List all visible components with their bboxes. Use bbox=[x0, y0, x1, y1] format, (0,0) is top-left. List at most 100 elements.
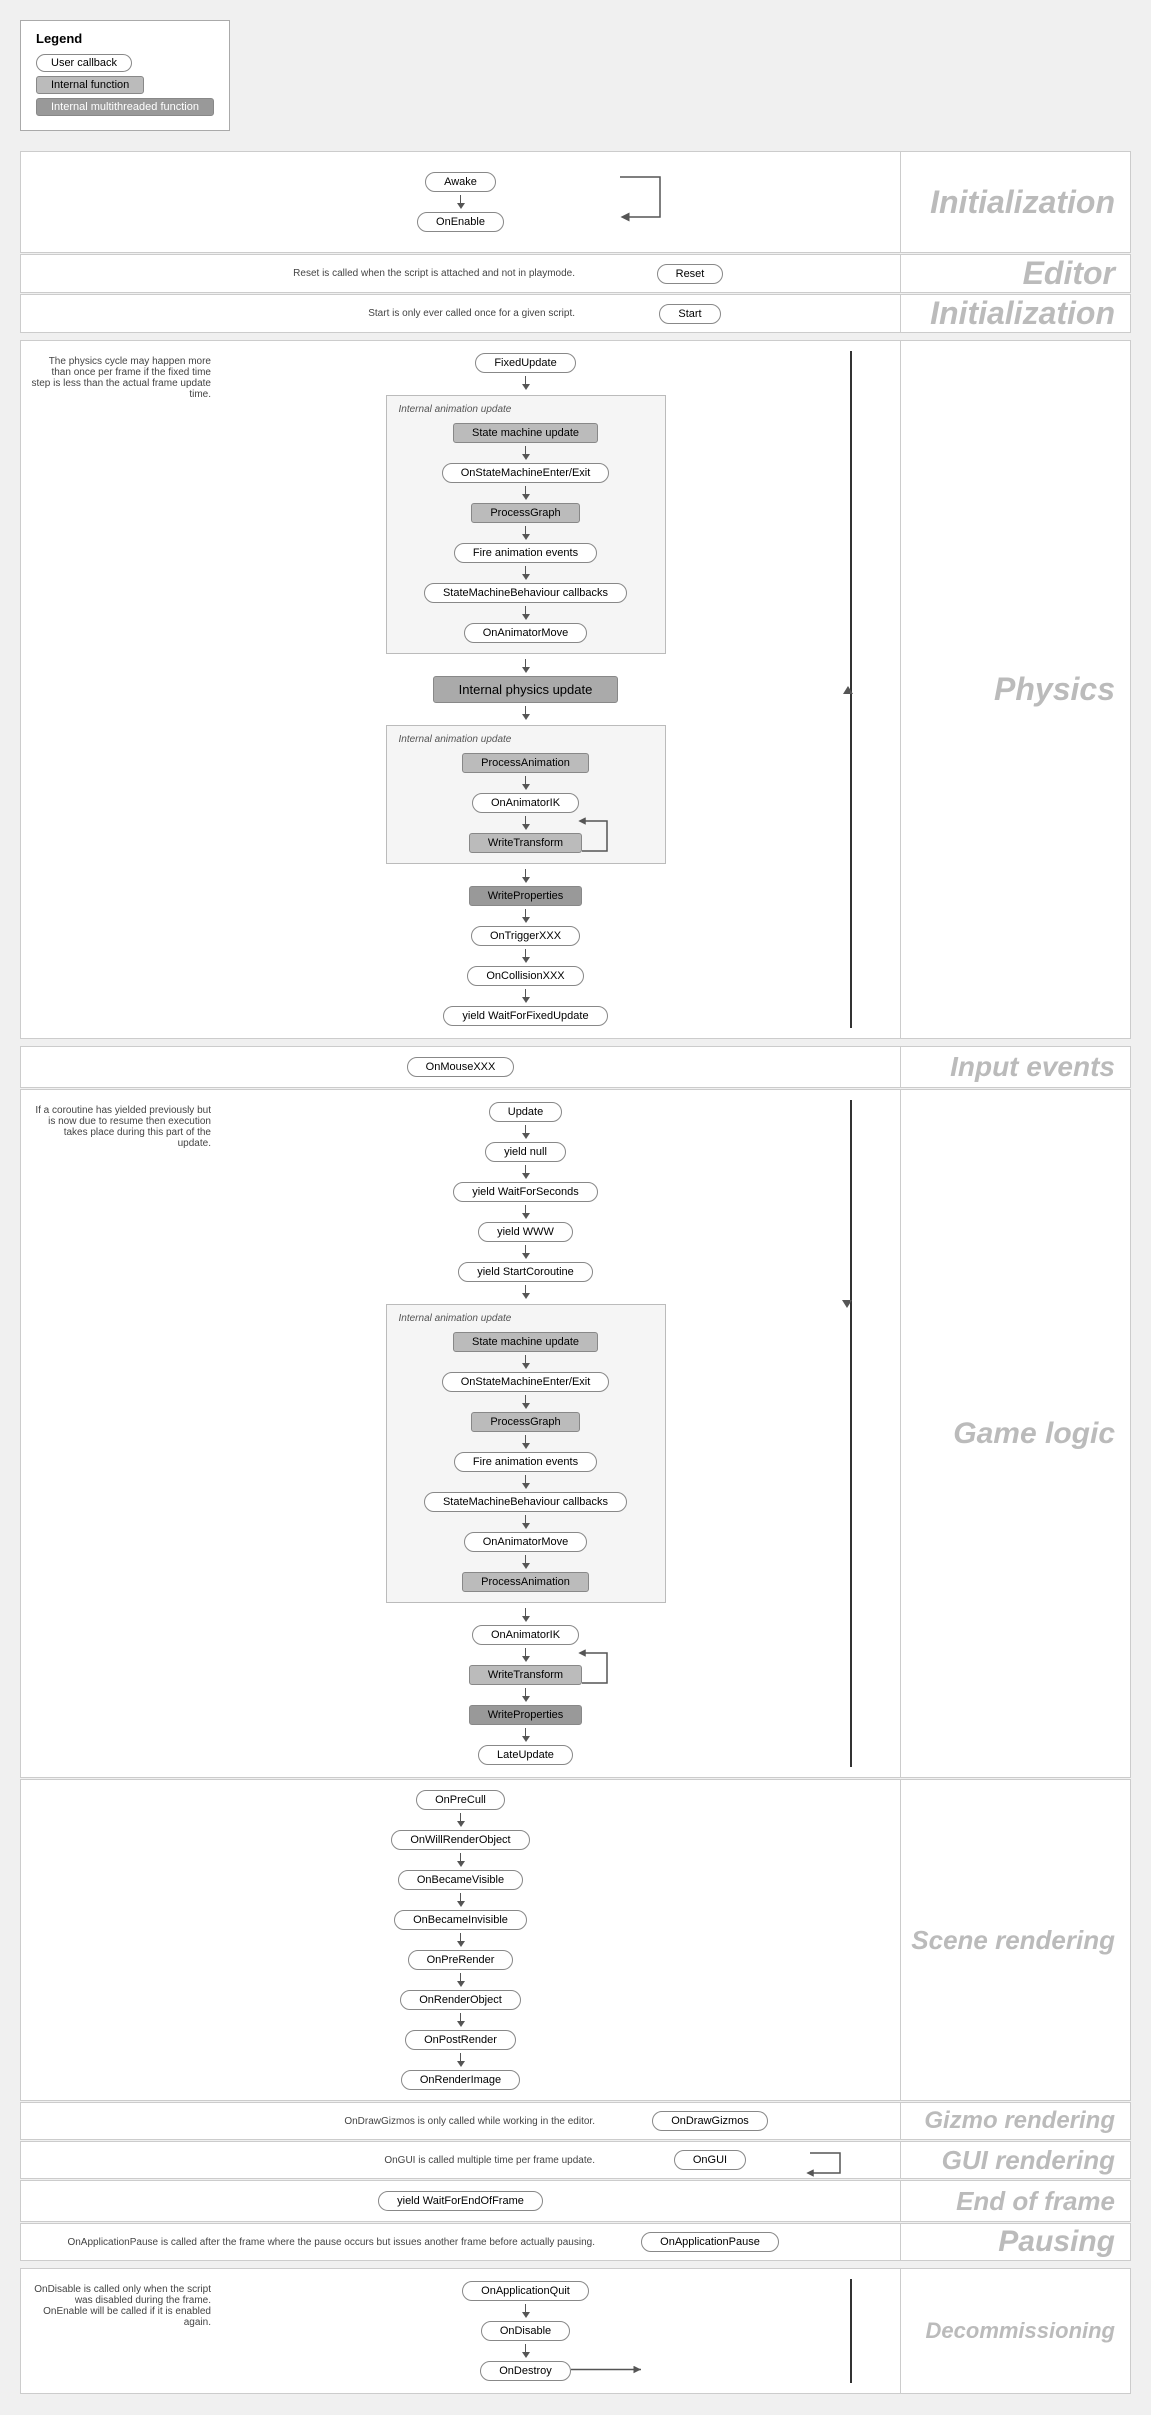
physics-anim-title-2: Internal animation update bbox=[399, 734, 653, 745]
game-logic-section-label: Game logic bbox=[953, 1417, 1115, 1451]
game-logic-anim-title-1: Internal animation update bbox=[399, 1313, 653, 1324]
node-onenable: OnEnable bbox=[417, 212, 504, 232]
node-processgraph-2: ProcessGraph bbox=[471, 1412, 579, 1432]
gizmo-rendering-section-label: Gizmo rendering bbox=[924, 2107, 1115, 2135]
input-events-label: Input events bbox=[900, 1047, 1130, 1087]
game-logic-content: If a coroutine has yielded previously bu… bbox=[21, 1090, 900, 1777]
node-statemachine-update-2: State machine update bbox=[453, 1332, 598, 1352]
gui-rendering-section-label: GUI rendering bbox=[942, 2145, 1115, 2176]
legend-mt-function: Internal multithreaded function bbox=[36, 98, 214, 116]
node-onprerender: OnPreRender bbox=[408, 1950, 514, 1970]
physics-note: The physics cycle may happen more than o… bbox=[31, 351, 221, 1028]
legend: Legend User callback Internal function I… bbox=[20, 20, 230, 131]
node-ondisable: OnDisable bbox=[481, 2321, 570, 2341]
node-onapplicationquit: OnApplicationQuit bbox=[462, 2281, 589, 2301]
physics-label: Physics bbox=[900, 341, 1130, 1038]
decommissioning-note: OnDisable is called only when the script… bbox=[31, 2279, 221, 2383]
input-events-section: OnMouseXXX Input events bbox=[20, 1046, 1131, 1088]
decommissioning-section-label: Decommissioning bbox=[926, 2318, 1115, 2344]
node-statemachine-callbacks-1: StateMachineBehaviour callbacks bbox=[424, 583, 627, 603]
node-yield-startcoroutine: yield StartCoroutine bbox=[458, 1262, 593, 1282]
gui-note: OnGUI is called multiple time per frame … bbox=[31, 2155, 610, 2166]
node-onwillrenderobject: OnWillRenderObject bbox=[391, 1830, 529, 1850]
physics-anim-update-1: Internal animation update State machine … bbox=[386, 395, 666, 654]
legend-internal-function: Internal function bbox=[36, 76, 144, 94]
node-internal-physics: Internal physics update bbox=[433, 676, 619, 703]
pausing-section: OnApplicationPause is called after the f… bbox=[20, 2223, 1131, 2261]
gizmo-note: OnDrawGizmos is only called while workin… bbox=[31, 2116, 610, 2127]
end-of-frame-section: yield WaitForEndOfFrame End of frame bbox=[20, 2180, 1131, 2222]
game-logic-label: Game logic bbox=[900, 1090, 1130, 1777]
end-of-frame-label: End of frame bbox=[900, 2181, 1130, 2221]
node-ongui: OnGUI bbox=[674, 2150, 746, 2170]
node-statemachine-callbacks-2: StateMachineBehaviour callbacks bbox=[424, 1492, 627, 1512]
pausing-note: OnApplicationPause is called after the f… bbox=[31, 2237, 610, 2248]
node-lateupdate: LateUpdate bbox=[478, 1745, 573, 1765]
node-onanimatormove-2: OnAnimatorMove bbox=[464, 1532, 588, 1552]
node-processanimation-2: ProcessAnimation bbox=[462, 1572, 589, 1592]
scene-rendering-section-label: Scene rendering bbox=[911, 1925, 1115, 1956]
initialization1-section: Awake OnEnable Initialization bbox=[20, 151, 1131, 253]
node-ondestroy: OnDestroy bbox=[480, 2361, 571, 2381]
gui-rendering-section: OnGUI is called multiple time per frame … bbox=[20, 2141, 1131, 2179]
node-yield-null: yield null bbox=[485, 1142, 566, 1162]
node-ontrigger: OnTriggerXXX bbox=[471, 926, 580, 946]
initialization1-content: Awake OnEnable bbox=[21, 152, 900, 252]
node-awake: Awake bbox=[425, 172, 496, 192]
node-fixedupdate: FixedUpdate bbox=[475, 353, 575, 373]
node-processgraph-1: ProcessGraph bbox=[471, 503, 579, 523]
initialization2-label: Initialization bbox=[900, 295, 1130, 332]
node-writeproperties-2: WriteProperties bbox=[469, 1705, 583, 1725]
node-onprecull: OnPreCull bbox=[416, 1790, 505, 1810]
node-onanimatorik-1: OnAnimatorIK bbox=[472, 793, 579, 813]
physics-section: The physics cycle may happen more than o… bbox=[20, 340, 1131, 1039]
initialization1-label: Initialization bbox=[900, 152, 1130, 252]
node-onmousexxx: OnMouseXXX bbox=[407, 1057, 515, 1077]
decommissioning-label: Decommissioning bbox=[900, 2269, 1130, 2393]
gizmo-rendering-label: Gizmo rendering bbox=[900, 2103, 1130, 2139]
game-logic-section: If a coroutine has yielded previously bu… bbox=[20, 1089, 1131, 1778]
node-onstatemachine-2: OnStateMachineEnter/Exit bbox=[442, 1372, 610, 1392]
node-ondrawgizmos: OnDrawGizmos bbox=[652, 2111, 768, 2131]
node-fire-anim-events-2: Fire animation events bbox=[454, 1452, 597, 1472]
physics-anim-title-1: Internal animation update bbox=[399, 404, 653, 415]
node-onpostrender: OnPostRender bbox=[405, 2030, 516, 2050]
editor-section: Reset is called when the script is attac… bbox=[20, 254, 1131, 293]
legend-user-callback: User callback bbox=[36, 54, 132, 72]
legend-item-mt: Internal multithreaded function bbox=[36, 98, 214, 116]
init2-note: Start is only ever called once for a giv… bbox=[31, 308, 590, 319]
node-reset: Reset bbox=[657, 264, 724, 284]
node-yield-waitforseconds: yield WaitForSeconds bbox=[453, 1182, 598, 1202]
gui-rendering-label: GUI rendering bbox=[900, 2142, 1130, 2178]
end-of-frame-section-label: End of frame bbox=[956, 2186, 1115, 2217]
node-onbecamevisible: OnBecameVisible bbox=[398, 1870, 523, 1890]
physics-section-label: Physics bbox=[994, 671, 1115, 708]
legend-item-user: User callback bbox=[36, 54, 214, 72]
scene-rendering-label: Scene rendering bbox=[900, 1780, 1130, 2100]
game-logic-anim-1: Internal animation update State machine … bbox=[386, 1304, 666, 1603]
pausing-label: Pausing bbox=[900, 2224, 1130, 2260]
physics-anim-update-2: Internal animation update ProcessAnimati… bbox=[386, 725, 666, 864]
init2-section-label: Initialization bbox=[930, 295, 1115, 332]
node-onanimatorik-2: OnAnimatorIK bbox=[472, 1625, 579, 1645]
page: Legend User callback Internal function I… bbox=[0, 0, 1151, 2415]
initialization2-section: Start is only ever called once for a giv… bbox=[20, 294, 1131, 333]
input-events-section-label: Input events bbox=[950, 1051, 1115, 1083]
decommissioning-section: OnDisable is called only when the script… bbox=[20, 2268, 1131, 2394]
node-update: Update bbox=[489, 1102, 562, 1122]
node-onstatemachine-1: OnStateMachineEnter/Exit bbox=[442, 463, 610, 483]
node-onrenderimage: OnRenderImage bbox=[401, 2070, 520, 2090]
game-logic-note: If a coroutine has yielded previously bu… bbox=[31, 1100, 221, 1767]
scene-rendering-section: OnPreCull OnWillRenderObject OnBecameVis… bbox=[20, 1779, 1131, 2101]
legend-title: Legend bbox=[36, 31, 214, 46]
node-yield-waitforfixedupdate: yield WaitForFixedUpdate bbox=[443, 1006, 607, 1026]
editor-section-label: Editor bbox=[1023, 255, 1115, 292]
editor-note: Reset is called when the script is attac… bbox=[31, 268, 590, 279]
node-onanimatormove-1: OnAnimatorMove bbox=[464, 623, 588, 643]
gizmo-rendering-section: OnDrawGizmos is only called while workin… bbox=[20, 2102, 1131, 2140]
node-writeproperties-1: WriteProperties bbox=[469, 886, 583, 906]
editor-label: Editor bbox=[900, 255, 1130, 292]
legend-item-internal: Internal function bbox=[36, 76, 214, 94]
node-processanimation-1: ProcessAnimation bbox=[462, 753, 589, 773]
node-writetransform-1: WriteTransform bbox=[469, 833, 582, 853]
